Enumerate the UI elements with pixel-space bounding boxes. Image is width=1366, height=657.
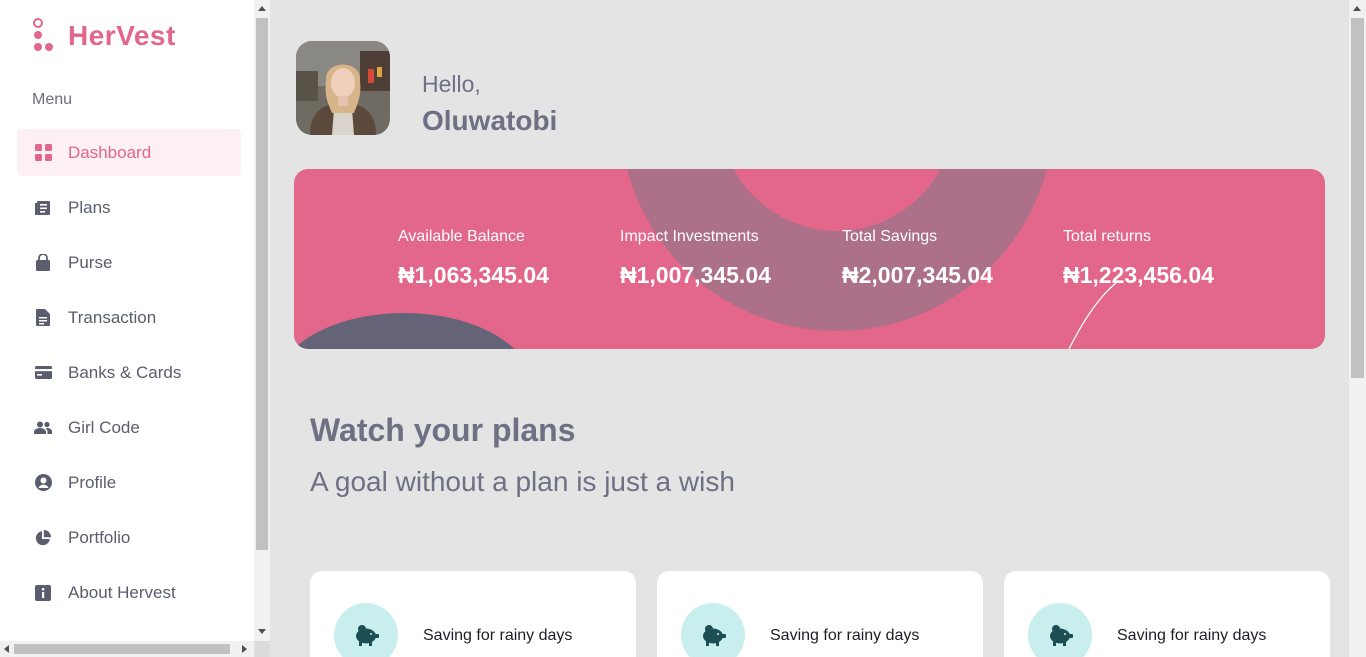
piggy-bank-icon	[681, 603, 745, 657]
sidebar-scrollbar-thumb[interactable]	[256, 18, 268, 550]
stat-label: Available Balance	[398, 228, 525, 245]
sidebar-item-profile[interactable]: Profile	[17, 459, 241, 506]
menu-label: Menu	[32, 91, 73, 108]
plans-section-subtitle: A goal without a plan is just a wish	[310, 466, 735, 497]
sidebar-item-girl-code[interactable]: Girl Code	[17, 404, 241, 451]
avatar[interactable]	[296, 41, 390, 135]
stat-value: ₦1,223,456.04	[1063, 262, 1214, 288]
stat-label: Impact Investments	[620, 228, 759, 245]
sidebar-item-label: Plans	[68, 197, 111, 217]
sidebar-item-about[interactable]: About Hervest	[17, 569, 241, 616]
piggy-bank-icon	[334, 603, 398, 657]
card-icon	[34, 364, 52, 382]
stat-impact-investments: Impact Investments ₦1,007,345.04	[620, 228, 771, 289]
plans-icon	[34, 199, 52, 217]
stat-label: Total Savings	[842, 228, 938, 245]
plan-card[interactable]: Saving for rainy days	[1004, 571, 1330, 657]
plans-section-title: Watch your plans	[310, 412, 576, 448]
stat-available-balance: Available Balance ₦1,063,345.04	[398, 228, 549, 289]
purse-icon	[34, 254, 52, 272]
sidebar-item-banks-cards[interactable]: Banks & Cards	[17, 349, 241, 396]
sidebar-item-purse[interactable]: Purse	[17, 239, 241, 286]
info-icon	[34, 584, 52, 602]
stat-total-returns: Total returns ₦1,223,456.04	[1063, 228, 1214, 289]
pie-chart-icon	[34, 529, 52, 547]
sidebar: HerVest Menu Dashboard Plans Purse Trans…	[0, 0, 254, 641]
sidebar-item-plans[interactable]: Plans	[17, 184, 241, 231]
scroll-down-arrow-icon[interactable]	[258, 629, 266, 634]
piggy-bank-icon	[1028, 603, 1092, 657]
plan-card[interactable]: Saving for rainy days	[657, 571, 983, 657]
stat-value: ₦1,063,345.04	[398, 262, 549, 288]
sidebar-item-label: Portfolio	[68, 527, 131, 547]
user-name: Oluwatobi	[422, 105, 558, 136]
stat-label: Total returns	[1063, 228, 1152, 245]
sidebar-item-label: About Hervest	[68, 582, 176, 602]
sidebar-item-label: Dashboard	[68, 142, 152, 162]
scroll-left-arrow-icon[interactable]	[4, 645, 9, 653]
sidebar-item-label: Transaction	[68, 307, 157, 327]
plan-card-title: Saving for rainy days	[423, 627, 573, 644]
logo[interactable]: HerVest	[32, 18, 176, 54]
sidebar-hscrollbar-thumb[interactable]	[14, 644, 230, 654]
profile-icon	[34, 474, 52, 492]
logo-icon	[32, 18, 56, 54]
transaction-icon	[34, 309, 52, 327]
brand-name: HerVest	[68, 20, 176, 51]
sidebar-item-label: Girl Code	[68, 417, 140, 437]
stat-value: ₦2,007,345.04	[842, 262, 993, 288]
sidebar-item-dashboard[interactable]: Dashboard	[17, 129, 241, 176]
dashboard-icon	[34, 144, 52, 162]
scroll-up-arrow-icon[interactable]	[1353, 6, 1361, 11]
stat-total-savings: Total Savings ₦2,007,345.04	[842, 228, 993, 289]
scroll-up-arrow-icon[interactable]	[258, 6, 266, 11]
plan-card-title: Saving for rainy days	[770, 627, 920, 644]
main-content: Hello, Oluwatobi Available Balance ₦1,06…	[270, 0, 1349, 657]
sidebar-item-label: Profile	[68, 472, 117, 492]
sidebar-item-label: Banks & Cards	[68, 362, 182, 382]
scroll-right-arrow-icon[interactable]	[242, 645, 247, 653]
greeting-text: Hello,	[422, 71, 481, 97]
sidebar-item-label: Purse	[68, 252, 113, 272]
sidebar-item-portfolio[interactable]: Portfolio	[17, 514, 241, 561]
plan-card-title: Saving for rainy days	[1117, 627, 1267, 644]
plan-card[interactable]: Saving for rainy days	[310, 571, 636, 657]
scrollbar-corner	[254, 641, 270, 657]
page-scrollbar-thumb[interactable]	[1351, 18, 1364, 378]
people-icon	[34, 419, 52, 437]
stat-value: ₦1,007,345.04	[620, 262, 771, 288]
sidebar-nav: Dashboard Plans Purse Transaction Banks …	[17, 129, 241, 624]
sidebar-item-transaction[interactable]: Transaction	[17, 294, 241, 341]
balance-summary-banner: Available Balance ₦1,063,345.04 Impact I…	[294, 169, 1325, 349]
